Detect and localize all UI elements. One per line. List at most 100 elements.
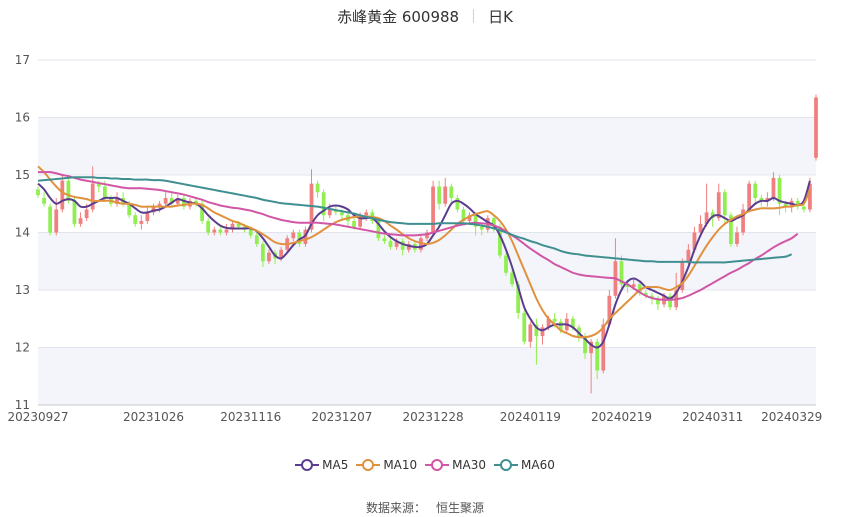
y-tick-label: 14 [15, 226, 30, 240]
legend-label: MA5 [322, 458, 349, 472]
candle [656, 295, 660, 311]
candle [181, 195, 186, 210]
legend-item[interactable]: MA5 [295, 458, 348, 472]
y-tick-label: 15 [15, 168, 30, 182]
background-band [38, 117, 816, 175]
candle-body [60, 180, 65, 210]
candle [437, 180, 442, 210]
candle-body [267, 252, 271, 262]
x-tick-label: 20240311 [682, 410, 743, 424]
candle-body [261, 244, 265, 262]
candle [771, 172, 776, 201]
candle-body [133, 215, 138, 224]
candle-body [315, 183, 320, 193]
candle-body [78, 218, 83, 224]
candle [321, 189, 326, 221]
candle-body [340, 212, 344, 216]
candle-body [735, 232, 739, 244]
x-tick-label: 20240219 [591, 410, 652, 424]
candlestick-chart: 11121314151617 20230927 20231026 20231116 2… [7, 53, 822, 424]
candle [777, 175, 782, 216]
candle-body [504, 255, 508, 273]
candle-body [382, 238, 387, 242]
candle [668, 292, 673, 311]
candle [431, 180, 435, 236]
candle [522, 310, 527, 345]
candle-body [139, 221, 144, 224]
x-tick-label: 20231207 [311, 410, 372, 424]
candle-body [540, 327, 545, 336]
candle-body [437, 186, 442, 204]
candle-body [522, 313, 527, 342]
source-label: 数据来源： [365, 501, 426, 515]
candle-body [722, 192, 727, 216]
candle-body [753, 183, 758, 198]
legend-label: MA10 [383, 458, 418, 472]
legend-marker-icon [356, 459, 381, 471]
candle-body [72, 200, 77, 224]
candle [729, 212, 733, 247]
background-bands [38, 117, 816, 405]
candle [36, 186, 40, 198]
legend-marker-icon [295, 459, 320, 471]
candle-body [36, 189, 40, 196]
candle [48, 203, 53, 236]
candle [735, 226, 739, 247]
y-tick-label: 12 [15, 341, 30, 355]
candle [680, 258, 685, 293]
candle-body [455, 198, 460, 210]
candle-body [364, 212, 369, 216]
legend-item[interactable]: MA30 [425, 458, 486, 472]
candle-body [388, 241, 393, 247]
candle-body [54, 209, 59, 233]
candle-body [42, 198, 46, 204]
x-tick-label: 20231026 [123, 410, 184, 424]
candle-body [443, 186, 448, 204]
candle [443, 177, 448, 207]
y-tick-label: 13 [15, 283, 30, 297]
candle [364, 209, 369, 221]
candle-body [814, 97, 818, 158]
x-tick-label: 20240329 [761, 410, 822, 424]
candle-body [528, 324, 533, 342]
data-source: 数据来源： 恒生聚源 [0, 499, 850, 516]
candle [789, 198, 794, 213]
candle-body [48, 206, 53, 233]
candle [78, 212, 83, 227]
legend-item[interactable]: MA10 [356, 458, 417, 472]
legend-marker-icon [425, 459, 450, 471]
candle [753, 180, 758, 204]
source-name: 恒生聚源 [436, 501, 485, 515]
candle-body [801, 206, 806, 210]
candle [139, 215, 144, 230]
candle [564, 313, 569, 334]
candle-body [212, 229, 217, 233]
candle [455, 195, 460, 213]
legend-label: MA30 [452, 458, 487, 472]
candle-body [352, 221, 356, 227]
candle-body [431, 186, 435, 233]
y-tick-label: 17 [15, 53, 30, 67]
candle-body [66, 180, 71, 201]
y-tick-label: 16 [15, 111, 30, 125]
candle-body [224, 229, 229, 233]
legend: MA5 MA10 MA30 MA60 [0, 458, 850, 472]
candle [346, 212, 350, 227]
candle [449, 183, 454, 204]
candle-body [479, 226, 484, 230]
candle-body [291, 232, 296, 239]
x-tick-label: 20240119 [500, 410, 561, 424]
candle-body [552, 318, 557, 322]
candle [814, 94, 818, 161]
candle [42, 192, 46, 207]
candle [540, 324, 545, 345]
candle-body [254, 235, 259, 244]
candle-body [686, 249, 691, 262]
x-tick-label: 20231116 [220, 410, 281, 424]
candle-body [747, 183, 752, 210]
candle [528, 321, 533, 348]
y-axis: 11121314151617 [15, 53, 30, 412]
candle-body [206, 221, 211, 233]
candle-body [90, 183, 95, 210]
legend-item[interactable]: MA60 [494, 458, 555, 472]
